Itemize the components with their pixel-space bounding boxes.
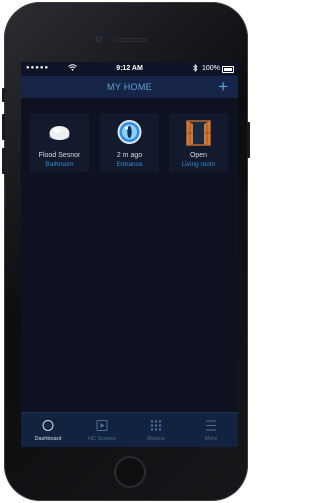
device-name: Flood Sesnor	[38, 152, 81, 159]
battery-percent: 100%	[202, 65, 220, 72]
battery-icon	[222, 66, 234, 73]
device-room: Bathroom	[45, 161, 74, 168]
circle-icon	[21, 419, 75, 432]
menu-lines-icon	[184, 419, 238, 432]
tab-dashboard[interactable]: Dashboard	[21, 413, 75, 447]
grid-dots-icon	[129, 419, 183, 432]
tab-hc-scenes[interactable]: HC Scenes	[75, 413, 129, 447]
flood-sensor-icon	[30, 118, 89, 148]
volume-up-button	[2, 114, 5, 140]
status-bar: ●●●●● 9:12 AM 100%	[21, 62, 238, 76]
device-name: 2 m ago	[116, 152, 143, 159]
window-open-icon	[169, 118, 228, 148]
device-tile-flood-sensor[interactable]: Flood Sesnor Bathroom	[30, 113, 89, 172]
earpiece-speaker	[114, 38, 148, 42]
device-tile-motion-sensor[interactable]: 2 m ago Entrance	[100, 113, 159, 172]
volume-down-button	[2, 148, 5, 174]
device-room: Entrance	[116, 161, 143, 168]
bluetooth-icon	[193, 63, 198, 74]
header-bar: MY HOME +	[21, 76, 238, 98]
tab-label: Rooms	[147, 436, 165, 442]
page-title: MY HOME	[107, 82, 152, 92]
plus-icon[interactable]: +	[218, 78, 228, 95]
tab-bar: Dashboard HC Scenes Rooms More	[21, 412, 238, 447]
device-room: Living room	[181, 161, 216, 168]
mute-switch	[2, 88, 5, 102]
motion-eye-sensor-icon	[100, 118, 159, 148]
device-name: Open	[189, 152, 208, 159]
app-screen: ●●●●● 9:12 AM 100% MY HOME + Flood Sesno…	[21, 62, 238, 447]
tab-label: More	[204, 436, 218, 442]
front-camera	[96, 36, 102, 42]
tab-rooms[interactable]: Rooms	[129, 413, 183, 447]
tab-label: Dashboard	[34, 436, 62, 442]
device-tile-window-sensor[interactable]: Open Living room	[169, 113, 228, 172]
play-square-icon	[75, 419, 129, 432]
tab-label: HC Scenes	[88, 436, 116, 442]
power-button	[247, 122, 250, 158]
home-button[interactable]	[114, 456, 146, 488]
tab-more[interactable]: More	[184, 413, 238, 447]
